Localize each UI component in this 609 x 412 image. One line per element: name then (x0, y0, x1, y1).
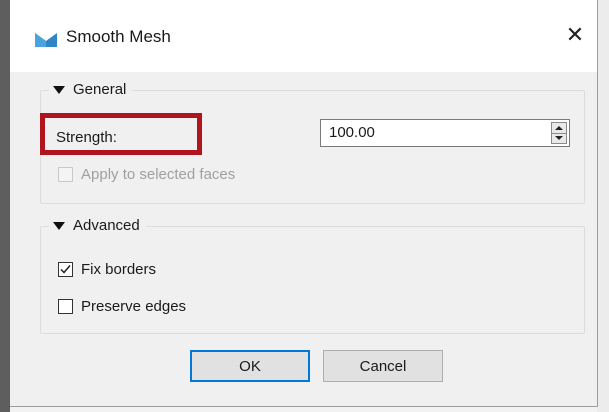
close-button[interactable]: ✕ (557, 20, 593, 50)
background-window-edge (0, 0, 10, 412)
close-icon: ✕ (565, 22, 585, 47)
preserve-edges-label: Preserve edges (81, 298, 187, 315)
strength-value[interactable]: 100.00 (329, 124, 375, 141)
collapse-triangle-icon (53, 86, 65, 94)
advanced-group-header[interactable]: Advanced (49, 216, 146, 236)
title-bar[interactable]: Smooth Mesh ✕ (10, 0, 597, 72)
fix-borders-checkbox[interactable] (58, 262, 73, 277)
general-group-title: General (73, 81, 127, 98)
dialog-title: Smooth Mesh (66, 27, 171, 46)
caret-up-icon (555, 125, 563, 130)
advanced-group-title: Advanced (73, 217, 140, 234)
collapse-triangle-icon (53, 222, 65, 230)
apply-selected-faces-row[interactable]: Apply to selected faces (58, 166, 235, 183)
general-group-header[interactable]: General (49, 80, 133, 100)
strength-spinbox[interactable]: 100.00 (320, 119, 570, 147)
dialog-body: General Strength: 100.00 Apply to select… (10, 72, 597, 406)
strength-label-highlight (40, 113, 202, 155)
preserve-edges-row[interactable]: Preserve edges (58, 298, 186, 315)
mesh-app-icon (34, 30, 58, 48)
checkmark-icon (60, 265, 71, 274)
background-window-edge-right (597, 0, 609, 412)
smooth-mesh-dialog: Smooth Mesh ✕ General Strength: 100.00 A… (10, 0, 598, 407)
apply-selected-faces-label: Apply to selected faces (81, 166, 236, 183)
strength-spin-buttons (551, 122, 567, 144)
fix-borders-row[interactable]: Fix borders (58, 261, 156, 278)
fix-borders-label: Fix borders (81, 261, 157, 278)
spin-down-button[interactable] (552, 132, 566, 144)
caret-down-icon (555, 136, 563, 141)
preserve-edges-checkbox[interactable] (58, 299, 73, 314)
ok-button[interactable]: OK (190, 350, 310, 382)
advanced-group: Advanced (40, 216, 585, 334)
cancel-button[interactable]: Cancel (323, 350, 443, 382)
apply-selected-faces-checkbox[interactable] (58, 167, 73, 182)
spin-up-button[interactable] (552, 123, 566, 133)
